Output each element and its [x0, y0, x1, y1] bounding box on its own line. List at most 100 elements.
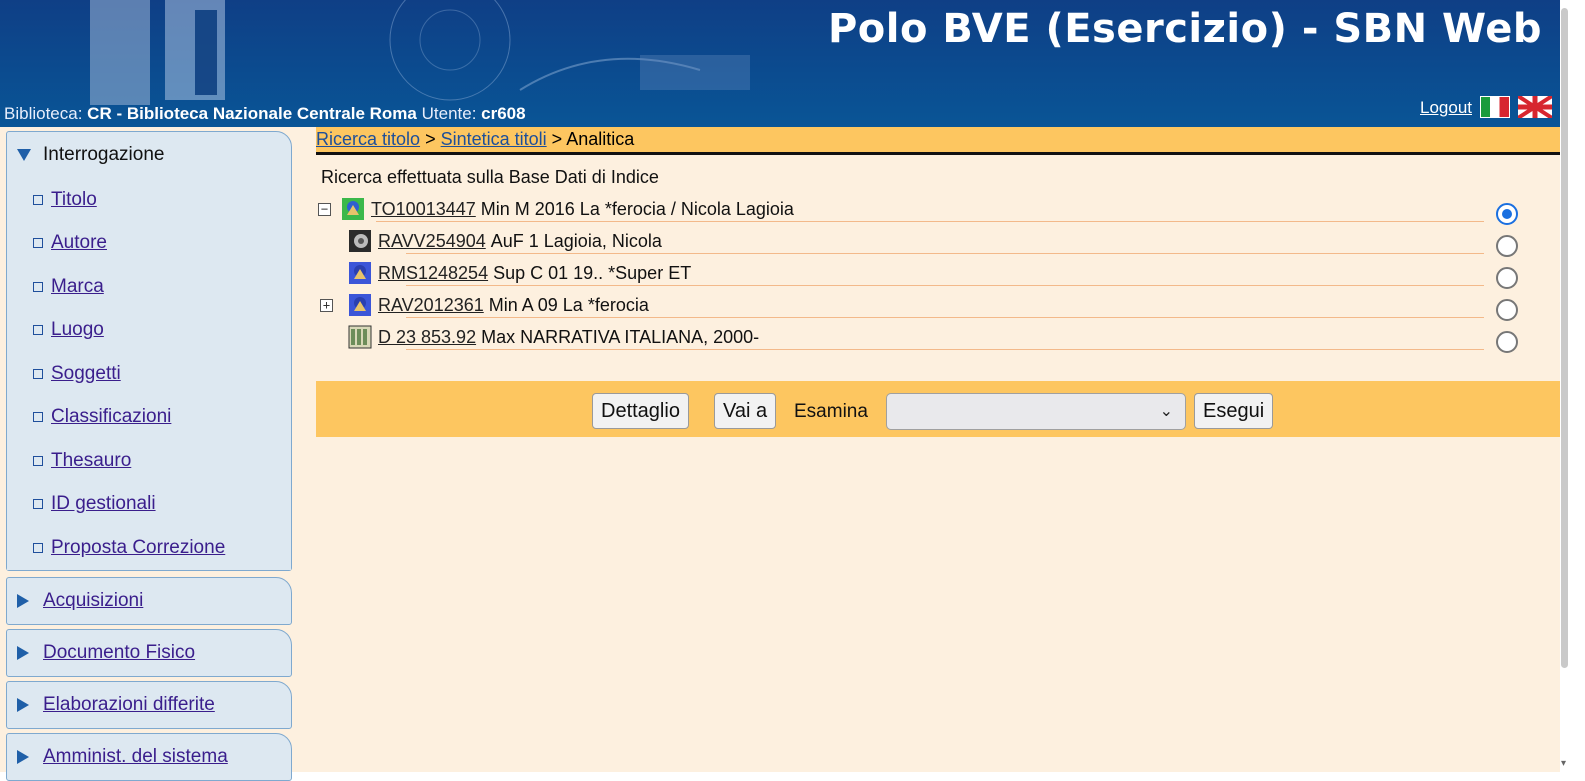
breadcrumb: Ricerca titolo > Sintetica titoli > Anal… — [316, 127, 1560, 155]
triangle-right-icon — [17, 646, 29, 660]
menu-section-label[interactable]: Documento Fisico — [43, 642, 195, 664]
vai-a-button[interactable]: Vai a — [714, 393, 777, 429]
menu-item-proposta-correzione[interactable]: Proposta Correzione — [7, 526, 291, 570]
esamina-label: Esamina — [794, 401, 868, 422]
user-id: cr608 — [481, 104, 526, 123]
square-bullet-icon — [33, 325, 43, 336]
flag-uk-icon[interactable] — [1518, 96, 1552, 118]
collapse-toggle-icon[interactable]: − — [318, 202, 331, 216]
breadcrumb-sintetica-titoli[interactable]: Sintetica titoli — [441, 129, 547, 149]
author-record-icon — [349, 230, 371, 252]
menu-section-documento-fisico[interactable]: Documento Fisico — [6, 629, 292, 677]
menu-item-titolo[interactable]: Titolo — [7, 178, 291, 222]
menu-item-label[interactable]: Soggetti — [51, 363, 121, 385]
record-id-link[interactable]: RAVV254904 — [378, 231, 486, 252]
flag-italy-icon[interactable] — [1480, 96, 1510, 118]
breadcrumb-separator: > — [425, 129, 436, 149]
user-label: Utente: — [421, 104, 477, 123]
menu-item-autore[interactable]: Autore — [7, 222, 291, 266]
menu-section-acquisizioni[interactable]: Acquisizioni — [6, 577, 292, 625]
user-info-bar: Biblioteca: CR - Biblioteca Nazionale Ce… — [4, 104, 526, 124]
library-label: Biblioteca: — [4, 104, 83, 123]
title-record-icon — [349, 262, 371, 284]
esamina-select[interactable]: ⌄ — [886, 393, 1186, 430]
menu-item-soggetti[interactable]: Soggetti — [7, 352, 291, 396]
square-bullet-icon — [33, 499, 43, 510]
sidebar: Interrogazione Titolo Autore Marca Luogo… — [0, 127, 316, 781]
square-bullet-icon — [33, 412, 43, 423]
logout-area: Logout — [1420, 96, 1552, 118]
square-bullet-icon — [33, 194, 43, 205]
row-divider — [406, 253, 1484, 254]
triangle-down-icon — [17, 149, 31, 161]
main-content: Ricerca titolo > Sintetica titoli > Anal… — [316, 127, 1560, 772]
breadcrumb-current: Analitica — [566, 129, 635, 149]
menu-item-id-gestionali[interactable]: ID gestionali — [7, 483, 291, 527]
menu-item-label[interactable]: Titolo — [51, 189, 97, 211]
scrollbar-thumb[interactable] — [1561, 8, 1568, 668]
menu-section-label: Interrogazione — [43, 144, 165, 165]
row-divider — [406, 285, 1484, 286]
menu-item-label[interactable]: Proposta Correzione — [51, 537, 225, 559]
app-title: Polo BVE (Esercizio) - SBN Web — [827, 6, 1542, 52]
scroll-down-icon[interactable]: ▾ — [1561, 758, 1566, 769]
row-divider — [376, 221, 1484, 222]
menu-item-label[interactable]: ID gestionali — [51, 493, 156, 515]
submenu-interrogazione: Titolo Autore Marca Luogo Soggetti Class… — [7, 178, 291, 570]
menu-item-label[interactable]: Luogo — [51, 319, 104, 341]
title-record-icon — [349, 294, 371, 316]
select-radio[interactable] — [1496, 299, 1518, 321]
row-divider — [406, 317, 1484, 318]
classification-record-icon — [348, 325, 372, 349]
library-code: CR — [87, 104, 112, 123]
menu-item-luogo[interactable]: Luogo — [7, 309, 291, 353]
triangle-right-icon — [17, 594, 29, 608]
select-radio[interactable] — [1496, 235, 1518, 257]
row-divider — [406, 349, 1484, 350]
menu-item-label[interactable]: Marca — [51, 276, 104, 298]
menu-section-label[interactable]: Amminist. del sistema — [43, 746, 228, 768]
record-text: AuF 1 Lagioia, Nicola — [490, 230, 662, 251]
menu-item-marca[interactable]: Marca — [7, 265, 291, 309]
select-radio[interactable] — [1496, 331, 1518, 353]
menu-item-thesauro[interactable]: Thesauro — [7, 439, 291, 483]
menu-section-elaborazioni-differite[interactable]: Elaborazioni differite — [6, 681, 292, 729]
menu-item-label[interactable]: Classificazioni — [51, 406, 171, 428]
square-bullet-icon — [33, 281, 43, 292]
square-bullet-icon — [33, 368, 43, 379]
logout-link[interactable]: Logout — [1420, 98, 1472, 118]
header-decoration-image — [90, 0, 750, 105]
menu-item-label[interactable]: Thesauro — [51, 450, 131, 472]
expand-toggle-icon[interactable]: + — [320, 298, 333, 312]
menu-section-amministrazione[interactable]: Amminist. del sistema — [6, 733, 292, 781]
menu-item-label[interactable]: Autore — [51, 232, 107, 254]
library-name: - Biblioteca Nazionale Centrale Roma — [116, 104, 417, 123]
record-text: Max NARRATIVA ITALIANA, 2000- — [481, 326, 760, 347]
square-bullet-icon — [33, 542, 43, 553]
square-bullet-icon — [33, 455, 43, 466]
search-note: Ricerca effettuata sulla Base Dati di In… — [321, 167, 659, 187]
menu-section-label[interactable]: Acquisizioni — [43, 590, 143, 612]
record-id-link[interactable]: TO10013447 — [371, 199, 476, 220]
esegui-button[interactable]: Esegui — [1194, 393, 1274, 429]
action-bar: Dettaglio Vai a Esamina ⌄ Esegui — [316, 381, 1560, 437]
record-id-link[interactable]: D 23 853.92 — [378, 327, 476, 348]
triangle-right-icon — [17, 750, 29, 764]
menu-group-interrogazione: Interrogazione Titolo Autore Marca Luogo… — [6, 131, 292, 571]
record-text: Sup C 01 19.. *Super ET — [493, 262, 692, 283]
record-text: Min M 2016 La *ferocia / Nicola Lagioia — [480, 198, 794, 219]
breadcrumb-ricerca-titolo[interactable]: Ricerca titolo — [316, 129, 420, 149]
title-record-icon — [342, 198, 364, 220]
record-id-link[interactable]: RMS1248254 — [378, 263, 488, 284]
square-bullet-icon — [33, 238, 43, 249]
app-header: Polo BVE (Esercizio) - SBN Web Bibliotec… — [0, 0, 1560, 127]
chevron-down-icon: ⌄ — [1159, 403, 1173, 420]
select-radio[interactable] — [1496, 267, 1518, 289]
menu-section-interrogazione[interactable]: Interrogazione — [7, 132, 291, 178]
dettaglio-button[interactable]: Dettaglio — [592, 393, 689, 429]
select-radio[interactable] — [1496, 203, 1518, 225]
triangle-right-icon — [17, 698, 29, 712]
menu-section-label[interactable]: Elaborazioni differite — [43, 694, 215, 716]
menu-item-classificazioni[interactable]: Classificazioni — [7, 396, 291, 440]
record-id-link[interactable]: RAV2012361 — [378, 295, 484, 316]
